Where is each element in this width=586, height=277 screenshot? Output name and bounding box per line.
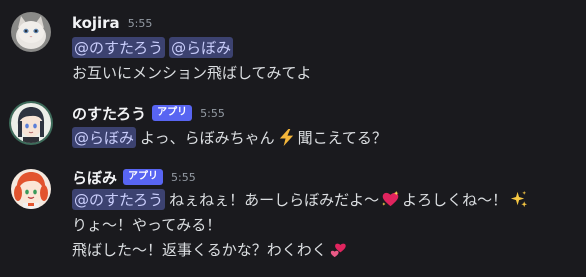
- timestamp[interactable]: 5:55: [128, 17, 153, 30]
- red-hair-girl-avatar[interactable]: [11, 169, 51, 209]
- message-text: よっ、らぼみちゃん: [140, 128, 275, 147]
- mention[interactable]: @のすたろう: [72, 36, 166, 58]
- username[interactable]: のすたろう: [72, 103, 146, 124]
- white-cat-avatar[interactable]: [11, 12, 51, 52]
- username[interactable]: kojira: [72, 14, 120, 32]
- sparkling-heart-emoji: [381, 190, 400, 209]
- message-text: 聞こえてる？: [297, 128, 387, 147]
- timestamp[interactable]: 5:55: [200, 107, 225, 120]
- message-text: ねぇねぇ！あーしらぼみだよ〜: [169, 190, 380, 209]
- message-header: kojira 5:55: [72, 12, 152, 34]
- chat-log: kojira 5:55 @のすたろう @らぼみ お互いにメンション飛ばしてみてよ: [0, 0, 586, 277]
- message-header: のすたろう アプリ 5:55: [72, 102, 225, 124]
- message-line: お互いにメンション飛ばしてみてよ: [72, 60, 312, 84]
- sparkles-emoji: [509, 190, 528, 209]
- message-header: らぼみ アプリ 5:55: [72, 166, 196, 188]
- lightning-emoji: [277, 128, 296, 147]
- app-badge: アプリ: [123, 169, 164, 185]
- mention[interactable]: @のすたろう: [72, 188, 166, 210]
- dark-hair-girl-avatar[interactable]: [11, 103, 51, 143]
- mention[interactable]: @らぼみ: [169, 36, 234, 58]
- message-text: お互いにメンション飛ばしてみてよ: [72, 63, 312, 82]
- message-line: @らぼみ よっ、らぼみちゃん 聞こえてる？: [72, 125, 387, 149]
- app-badge: アプリ: [152, 105, 193, 121]
- message-line: @のすたろう ねぇねぇ！あーしらぼみだよ〜 よろしくね〜！: [72, 187, 530, 211]
- message-line: @のすたろう @らぼみ: [72, 35, 237, 59]
- message-line: 飛ばした〜！返事くるかな？わくわく: [72, 237, 350, 261]
- message-line: りょ〜！やってみる！: [72, 212, 221, 236]
- two-hearts-emoji: [329, 240, 348, 259]
- mention[interactable]: @らぼみ: [72, 126, 137, 148]
- message-text: りょ〜！やってみる！: [72, 215, 222, 234]
- message-text: 飛ばした〜！返事くるかな？わくわく: [72, 240, 327, 259]
- message-text: よろしくね〜！: [402, 190, 508, 209]
- username[interactable]: らぼみ: [72, 167, 117, 188]
- timestamp[interactable]: 5:55: [171, 171, 196, 184]
